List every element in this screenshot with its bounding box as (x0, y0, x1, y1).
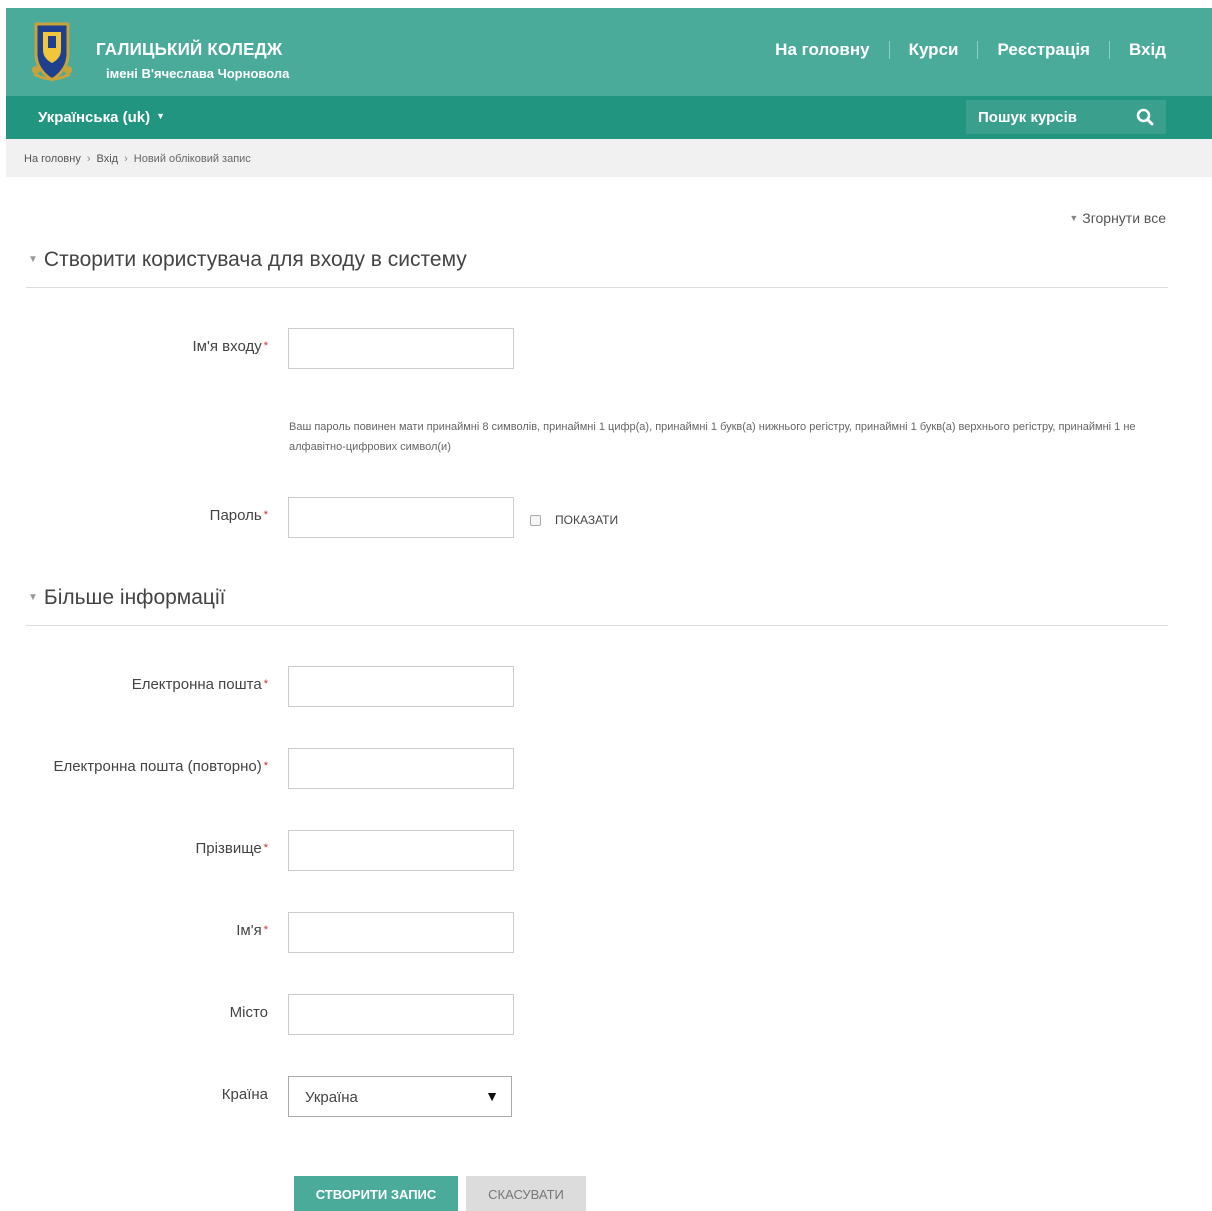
nav-login-link[interactable]: Вхід (1129, 40, 1166, 60)
password-label-text: Пароль (209, 507, 262, 524)
username-label: Ім'я входу * (193, 338, 268, 355)
breadcrumb-current: Новий обліковий запис (133, 153, 251, 165)
required-marker: * (263, 924, 268, 936)
firstname-label-text: Ім'я (236, 922, 262, 939)
top-nav: На головну Курси Реєстрація Вхід (775, 40, 1166, 60)
section-title: Створити користувача для входу в систему (43, 248, 467, 271)
breadcrumb-login[interactable]: Вхід (97, 153, 119, 165)
required-marker: * (263, 340, 268, 352)
college-logo[interactable]: ГАЛИЦЬКИЙ КОЛЕДЖ імені В'ячеслава Чорнов… (30, 20, 289, 84)
caret-down-icon: ▼ (156, 111, 166, 121)
required-marker: * (263, 760, 268, 772)
nav-divider (888, 41, 890, 59)
firstname-field[interactable] (288, 912, 514, 953)
nav-divider (977, 41, 979, 59)
collapse-all-link[interactable]: ▼ Згорнути все (1069, 210, 1166, 226)
breadcrumb-separator: › (124, 153, 128, 165)
nav-courses-link[interactable]: Курси (909, 40, 959, 60)
username-label-text: Ім'я входу (192, 338, 262, 355)
language-label: Українська (uk) (38, 109, 151, 126)
nav-home-link[interactable]: На головну (775, 40, 869, 60)
create-account-button[interactable]: СТВОРИТИ ЗАПИС (294, 1176, 458, 1211)
password-hint: Ваш пароль повинен мати принаймні 8 симв… (289, 421, 1136, 453)
email-repeat-label-text: Електронна пошта (повторно) (53, 758, 262, 775)
section-title: Більше інформації (43, 586, 226, 609)
language-menu[interactable]: Українська (uk) ▼ (38, 109, 165, 126)
show-password-checkbox[interactable] (530, 514, 541, 526)
password-field[interactable] (288, 497, 514, 538)
search-button[interactable] (1124, 100, 1166, 134)
logo-title: ГАЛИЦЬКИЙ КОЛЕДЖ (96, 39, 283, 60)
city-label: Місто (229, 1004, 268, 1021)
required-marker: * (263, 678, 268, 690)
section-toggle-icon: ▼ (28, 592, 38, 603)
breadcrumb: На головну › Вхід › Новий обліковий запис (6, 139, 1212, 177)
page: ГАЛИЦЬКИЙ КОЛЕДЖ імені В'ячеслава Чорнов… (6, 8, 1212, 1211)
crest-icon (32, 22, 72, 82)
search-icon (1136, 108, 1154, 126)
surname-field[interactable] (288, 830, 514, 871)
course-search (966, 100, 1166, 134)
email-repeat-label: Електронна пошта (повторно) * (53, 758, 268, 775)
breadcrumb-home[interactable]: На головну (24, 153, 81, 165)
country-selected-value: Україна (305, 1089, 358, 1106)
country-select[interactable]: Україна ▼ (288, 1076, 512, 1117)
section-toggle-icon: ▼ (28, 254, 38, 265)
section-header-more-info[interactable]: ▼ Більше інформації (26, 586, 1168, 626)
email-label-text: Електронна пошта (131, 676, 262, 693)
logo-subtitle: імені В'ячеслава Чорновола (106, 66, 290, 81)
show-password-toggle[interactable]: ПОКАЗАТИ (530, 513, 618, 527)
city-field[interactable] (288, 994, 514, 1035)
password-label: Пароль * (210, 507, 268, 524)
email-field[interactable] (288, 666, 514, 707)
required-marker: * (263, 842, 268, 854)
nav-register-link[interactable]: Реєстрація (997, 40, 1089, 60)
surname-label: Прізвище * (196, 840, 268, 857)
sub-nav: Українська (uk) ▼ (6, 96, 1212, 139)
collapse-all-label: Згорнути все (1082, 210, 1166, 226)
required-marker: * (263, 509, 268, 521)
show-password-label: ПОКАЗАТИ (555, 513, 619, 527)
username-field[interactable] (288, 328, 514, 369)
section-header-account[interactable]: ▼ Створити користувача для входу в систем… (26, 248, 1168, 288)
cancel-button[interactable]: СКАСУВАТИ (466, 1176, 586, 1211)
nav-divider (1108, 41, 1110, 59)
dropdown-arrow-icon: ▼ (485, 1088, 499, 1104)
top-header: ГАЛИЦЬКИЙ КОЛЕДЖ імені В'ячеслава Чорнов… (6, 8, 1212, 96)
collapse-icon: ▼ (1069, 213, 1079, 223)
surname-label-text: Прізвище (195, 840, 262, 857)
email-repeat-field[interactable] (288, 748, 514, 789)
breadcrumb-separator: › (86, 153, 91, 165)
country-label: Країна (221, 1086, 268, 1103)
firstname-label: Ім'я * (236, 922, 268, 939)
course-search-input[interactable] (966, 100, 1116, 134)
email-label: Електронна пошта * (132, 676, 268, 693)
